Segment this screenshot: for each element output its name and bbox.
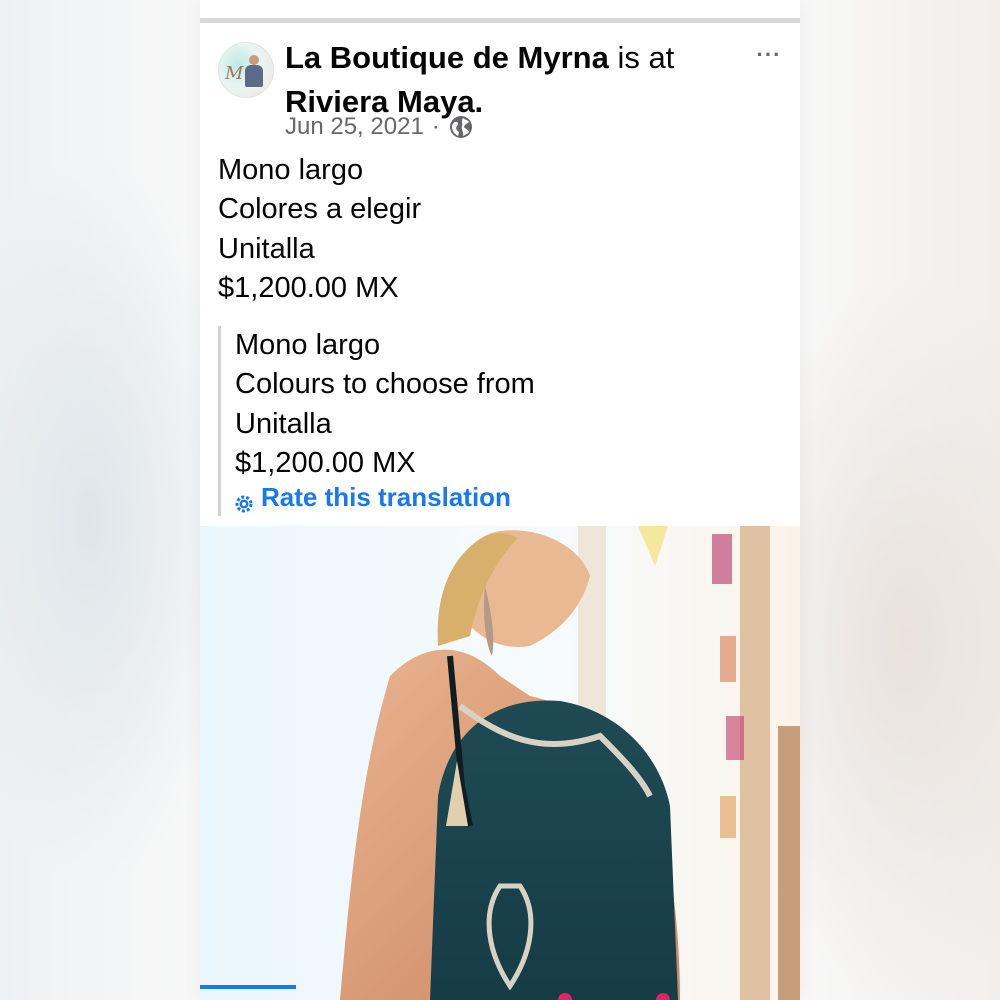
translated-text: Mono largo Colours to choose from Unital… <box>235 326 535 483</box>
avatar-figure-head <box>249 55 259 65</box>
facebook-post-card: M La Boutique de Myrna is at Riviera May… <box>200 0 800 1000</box>
meta-separator: · <box>431 113 440 140</box>
more-options-icon[interactable]: ··· <box>754 42 784 67</box>
section-divider <box>200 18 800 23</box>
post-line: Unitalla <box>218 232 315 265</box>
translation-block: Mono largo Colours to choose from Unital… <box>218 326 781 516</box>
post-line: Mono largo <box>218 154 364 186</box>
active-tab-indicator <box>200 985 296 989</box>
globe-icon <box>448 114 474 140</box>
reaction-icon <box>656 993 670 1000</box>
rate-translation-label: Rate this translation <box>261 482 511 512</box>
rate-translation-link[interactable]: Rate this translation <box>235 482 511 513</box>
post-meta: Jun 25, 2021 · <box>285 112 474 142</box>
translated-line: Mono largo <box>235 329 381 361</box>
avatar[interactable]: M <box>218 42 274 98</box>
translated-line: Colours to choose from <box>235 368 535 401</box>
reaction-icon <box>558 993 572 1000</box>
post-header: La Boutique de Myrna is at Riviera Maya. <box>285 36 725 124</box>
post-line: Colores a elegir <box>218 193 422 226</box>
gear-icon <box>235 489 253 512</box>
post-line: $1,200.00 MX <box>218 271 399 304</box>
top-strip <box>200 0 800 18</box>
action-text: is at <box>617 40 675 75</box>
post-original-text: Mono largo Colores a elegir Unitalla $1,… <box>218 151 778 308</box>
post-photo[interactable] <box>200 526 800 1000</box>
translated-line: Unitalla <box>235 407 332 440</box>
translated-line: $1,200.00 MX <box>235 446 416 479</box>
photo-illustration <box>200 526 800 1000</box>
post-date[interactable]: Jun 25, 2021 <box>285 113 424 141</box>
page-name-link[interactable]: La Boutique de Myrna <box>285 40 609 75</box>
avatar-figure-body <box>245 65 263 87</box>
